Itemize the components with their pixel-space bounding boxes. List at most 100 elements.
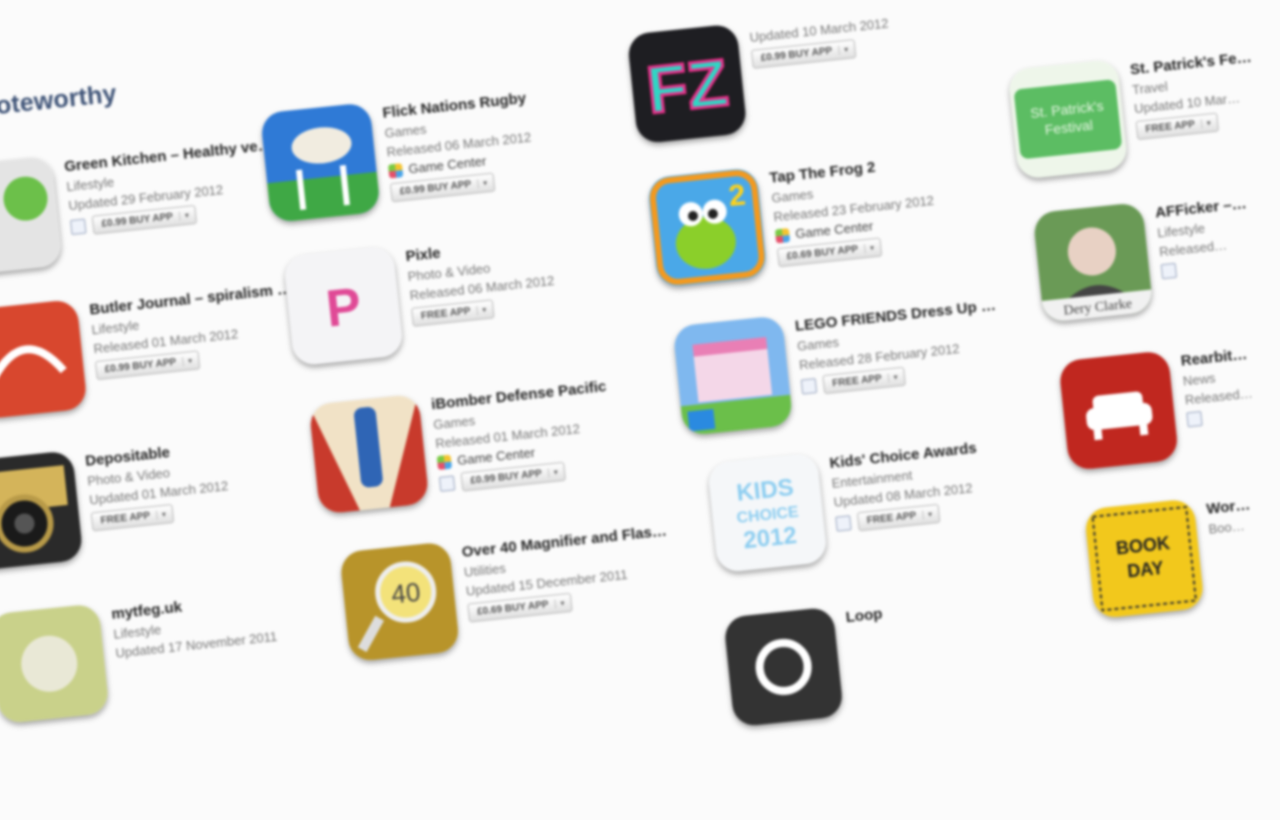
app-info: Over 40 Magnifier and Flashli… Utilities U… — [461, 522, 678, 623]
app-card[interactable]: FZ Updated 10 March 2012 £0.99 BUY APP ▾ — [626, 0, 968, 159]
buy-app-label: £0.99 BUY APP — [469, 468, 543, 487]
app-info: Updated 10 March 2012 £0.99 BUY APP ▾ — [748, 4, 961, 69]
portrait-icon[interactable]: Dery Clarke — [1032, 201, 1154, 323]
gift-checkbox[interactable] — [835, 515, 852, 532]
app-card[interactable]: Depositable Photo & Video Updated 01 March… — [0, 427, 304, 586]
gift-checkbox[interactable] — [438, 475, 456, 492]
app-card[interactable]: Flick Nations Rugby Games Released 06 Marc… — [259, 79, 601, 238]
buy-app-button[interactable]: £0.69 BUY APP ▾ — [467, 592, 573, 623]
svg-text:P: P — [323, 277, 364, 338]
app-card[interactable]: Loop — [723, 584, 1064, 743]
app-card[interactable]: Rearbit… News Released… — [1058, 327, 1280, 486]
app-title-link[interactable]: Loop — [845, 587, 1056, 626]
app-info: Wor… Boo… — [1206, 479, 1280, 536]
svg-text:40: 40 — [390, 577, 422, 610]
app-info: Depositable Photo & Video Updated 01 March… — [84, 431, 301, 532]
chevron-down-icon[interactable]: ▾ — [837, 44, 849, 55]
app-card[interactable]: iBomber Defense Pacific Games Released 01 … — [308, 371, 650, 530]
fz-icon[interactable]: FZ — [626, 23, 748, 145]
chevron-down-icon[interactable]: ▾ — [554, 598, 565, 609]
lego-icon[interactable] — [672, 315, 794, 437]
svg-text:FZ: FZ — [643, 45, 731, 127]
chevron-down-icon[interactable]: ▾ — [476, 178, 488, 189]
pixle-icon[interactable]: P — [283, 245, 404, 367]
app-card[interactable]: St. Patrick's Festival St. Patrick's Fe… Tr… — [1007, 36, 1280, 195]
chevron-down-icon[interactable]: ▾ — [155, 509, 167, 520]
kids-choice-icon[interactable]: KIDS CHOICE 2012 — [706, 452, 828, 574]
loop-icon[interactable] — [723, 606, 845, 728]
lifestyle-icon[interactable] — [0, 603, 110, 725]
app-info: Butler Journal – spiralism an… Lifestyle R… — [89, 280, 306, 381]
game-center-label: Game Center — [456, 444, 536, 468]
app-title-link[interactable]: Rearbit… — [1180, 331, 1280, 370]
gift-checkbox[interactable] — [1186, 410, 1203, 428]
buy-app-label: £0.69 BUY APP — [476, 599, 550, 618]
app-info: Green Kitchen – Healthy veg… Lifestyle Upd… — [64, 137, 281, 238]
chevron-down-icon[interactable]: ▾ — [178, 210, 190, 221]
buy-app-label: £0.99 BUY APP — [399, 179, 472, 198]
bomber-icon[interactable] — [308, 393, 430, 515]
app-info: St. Patrick's Fe… Travel Updated 10 Mar… FR… — [1129, 40, 1280, 141]
app-card[interactable]: Butler Journal – spiralism an… Lifestyle R… — [0, 276, 308, 435]
book-icon[interactable]: BOOK DAY — [1083, 498, 1205, 620]
buy-app-button[interactable]: £0.99 BUY APP ▾ — [750, 39, 857, 69]
chevron-down-icon[interactable]: ▾ — [921, 509, 933, 520]
rugby-icon[interactable] — [259, 102, 381, 224]
buy-app-button[interactable]: £0.99 BUY APP ▾ — [94, 350, 201, 381]
gift-checkbox[interactable] — [1160, 262, 1178, 280]
buy-app-button[interactable]: FREE APP ▾ — [411, 299, 495, 327]
app-card[interactable]: Green Kitchen – Healthy veg… Lifestyle Upd… — [0, 133, 283, 292]
journal-icon[interactable] — [0, 298, 88, 420]
camera-icon[interactable] — [0, 450, 84, 572]
sofa-icon[interactable] — [1058, 350, 1180, 471]
buy-app-button[interactable]: FREE APP ▾ — [822, 366, 906, 395]
app-info: Kids' Choice Awards Entertainment Updated … — [829, 433, 1046, 534]
app-card[interactable]: Dery Clarke AFFicker –… Lifestyle Released… — [1032, 179, 1280, 338]
buy-app-label: FREE APP — [831, 373, 883, 390]
section-title: Noteworthy — [0, 79, 118, 123]
app-grid: Green Kitchen – Healthy veg… Lifestyle Upd… — [0, 0, 1253, 728]
app-card[interactable]: KIDS CHOICE 2012 Kids' Choice Awards Enterta… — [706, 429, 1048, 588]
magnifier-icon[interactable]: 40 — [339, 541, 461, 663]
app-info: Loop — [845, 587, 1056, 626]
app-info: Flick Nations Rugby Games Released 06 Marc… — [382, 83, 601, 203]
buy-app-button[interactable]: £0.99 BUY APP ▾ — [91, 204, 197, 235]
buy-app-label: £0.99 BUY APP — [101, 211, 174, 230]
app-card[interactable]: BOOK DAY Wor… Boo… — [1083, 475, 1280, 634]
buy-app-button[interactable]: £0.99 BUY APP ▾ — [389, 172, 496, 203]
gift-checkbox[interactable] — [70, 218, 87, 236]
buy-app-button[interactable]: £0.69 BUY APP ▾ — [776, 237, 882, 268]
buy-app-button[interactable]: £0.99 BUY APP ▾ — [460, 461, 566, 492]
game-center-icon — [436, 454, 453, 470]
chevron-down-icon[interactable]: ▾ — [1200, 118, 1212, 129]
buy-app-label: £0.99 BUY APP — [760, 45, 833, 64]
chevron-down-icon[interactable]: ▾ — [475, 305, 487, 316]
buy-app-button[interactable]: FREE APP ▾ — [856, 503, 941, 532]
buy-app-label: FREE APP — [1144, 119, 1196, 136]
app-title-link[interactable]: Wor… — [1206, 479, 1280, 517]
frog-icon[interactable]: 2 — [646, 167, 768, 288]
game-center-label: Game Center — [794, 218, 874, 242]
gift-checkbox[interactable] — [800, 378, 818, 395]
app-card[interactable]: mytfeg.uk Lifestyle Updated 17 November 20… — [0, 580, 330, 739]
app-info: Rearbit… News Released… — [1180, 331, 1280, 428]
app-info: iBomber Defense Pacific Games Released 01 … — [430, 374, 649, 493]
buy-app-button[interactable]: FREE APP ▾ — [90, 504, 174, 532]
game-center-icon — [387, 162, 404, 179]
app-info: Tap The Frog 2 Games Released 23 February … — [769, 148, 988, 268]
chevron-down-icon[interactable]: ▾ — [547, 467, 559, 478]
game-center-label: Game Center — [407, 153, 487, 177]
chevron-down-icon[interactable]: ▾ — [887, 372, 899, 383]
svg-text:2012: 2012 — [742, 522, 798, 554]
app-card[interactable]: P Pixle Photo & Video Released 06 March 201… — [283, 223, 624, 382]
app-card[interactable]: 2 Tap The Frog 2 Games Released 23 February… — [646, 144, 988, 303]
buy-app-label: £0.69 BUY APP — [786, 243, 859, 263]
svg-text:DAY: DAY — [1126, 558, 1164, 582]
chevron-down-icon[interactable]: ▾ — [863, 243, 875, 254]
green-kitchen-icon[interactable] — [0, 155, 63, 277]
app-card[interactable]: 40 Over 40 Magnifier and Flashli… Utilitie… — [339, 518, 680, 677]
buy-app-button[interactable]: FREE APP ▾ — [1135, 112, 1219, 141]
chevron-down-icon[interactable]: ▾ — [181, 356, 193, 367]
shamrock-icon[interactable]: St. Patrick's Festival — [1007, 58, 1129, 180]
app-card[interactable]: LEGO FRIENDS Dress Up Ga… Games Released 2… — [672, 292, 1013, 451]
